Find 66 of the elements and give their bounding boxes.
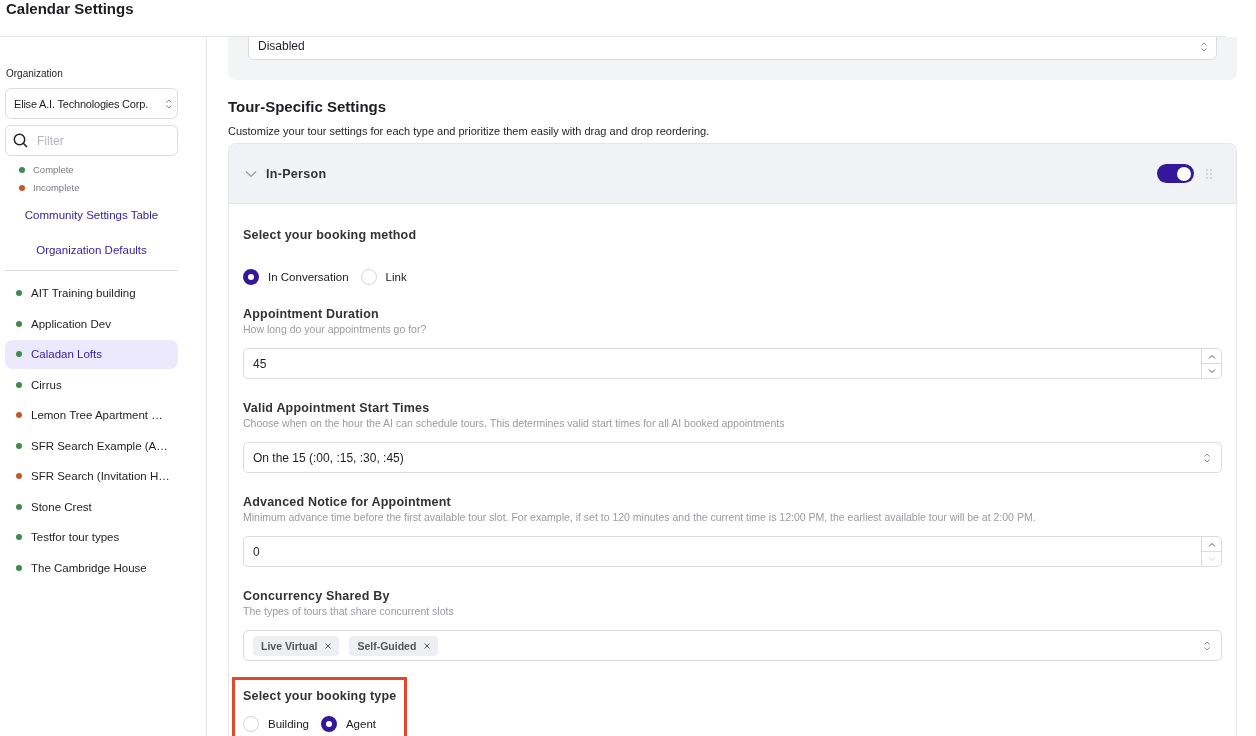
community-item[interactable]: SFR Search (Invitation H…: [5, 462, 178, 491]
toggle-switch[interactable]: [1157, 164, 1194, 183]
community-item[interactable]: Cirrus: [5, 370, 178, 399]
chevron-up-icon: [1207, 353, 1216, 359]
field-hint: Choose when on the hour the AI can schedule tours. This determines valid start times for all AI booked appointments: [243, 417, 786, 429]
community-name: Stone Crest: [31, 500, 92, 513]
legend-label: Complete: [33, 164, 74, 175]
community-item[interactable]: The Cambridge House: [5, 553, 178, 582]
community-item[interactable]: Lemon Tree Apartment …: [5, 401, 178, 430]
community-name: The Cambridge House: [31, 561, 147, 574]
field-hint: How long do your appointments go for?: [243, 323, 428, 335]
chevron-up-icon: [1207, 541, 1216, 547]
tour-type-name: In-Person: [266, 166, 328, 181]
drag-handle-icon: [1205, 167, 1213, 180]
search-icon: [13, 133, 28, 148]
chevron-down-icon: [1207, 556, 1216, 562]
nav-link[interactable]: Organization Defaults: [36, 244, 147, 256]
field-label: Select your booking method: [243, 228, 417, 242]
community-name: Application Dev: [31, 317, 111, 330]
number-field[interactable]: 0: [243, 536, 1222, 567]
number-field[interactable]: 45: [243, 348, 1222, 379]
accordion-header[interactable]: In-Person: [229, 144, 1236, 204]
organization-select[interactable]: Elise A.I. Technologies Corp.: [5, 88, 178, 119]
community-name: Lemon Tree Apartment …: [31, 409, 163, 422]
community-item[interactable]: Caladan Lofts: [5, 340, 178, 369]
radio-option[interactable]: Agent: [320, 716, 376, 732]
field-label: Advanced Notice for Appointment: [243, 495, 451, 509]
chevron-up-down-icon: [1200, 41, 1208, 53]
section-description: Customize your tour settings for each type and prioritize them easily with drag and drop reordering.: [228, 125, 711, 137]
multi-select-field[interactable]: Live Virtual Self-Guided: [243, 630, 1222, 661]
select-field[interactable]: On the 15 (:00, :15, :30, :45): [243, 442, 1222, 473]
filter-field[interactable]: Filter: [5, 125, 178, 156]
select-field[interactable]: Disabled: [248, 37, 1217, 60]
radio-option[interactable]: In Conversation: [243, 269, 349, 285]
legend-label: Incomplete: [33, 182, 80, 193]
field-label: Organization: [6, 68, 63, 79]
community-name: Caladan Lofts: [31, 348, 102, 361]
close-icon: [325, 642, 332, 649]
field-label: Concurrency Shared By: [243, 589, 390, 603]
community-item[interactable]: Stone Crest: [5, 492, 178, 521]
community-name: SFR Search Example (A…: [31, 439, 168, 452]
field-label: Appointment Duration: [243, 307, 379, 321]
community-item[interactable]: Application Dev: [5, 309, 178, 338]
field-label: Select your booking type: [243, 689, 397, 703]
chevron-up-down-icon: [1203, 451, 1211, 464]
chevron-up-down-icon: [1203, 639, 1211, 652]
chevron-up-down-icon: [165, 97, 173, 110]
field-label: Valid Appointment Start Times: [243, 401, 430, 415]
page-title: Calendar Settings: [6, 0, 134, 17]
community-item[interactable]: Testfor tour types: [5, 523, 178, 552]
radio-option[interactable]: Link: [360, 269, 407, 285]
tag-chip[interactable]: Live Virtual: [253, 635, 340, 656]
community-name: AIT Training building: [31, 287, 136, 300]
section-title: Tour-Specific Settings: [228, 98, 388, 115]
radio-option[interactable]: Building: [243, 716, 309, 732]
community-name: Testfor tour types: [31, 531, 120, 544]
community-item[interactable]: SFR Search Example (A…: [5, 431, 178, 460]
community-name: SFR Search (Invitation H…: [31, 470, 170, 483]
community-item[interactable]: AIT Training building: [5, 279, 178, 308]
community-name: Cirrus: [31, 378, 62, 391]
chevron-down-icon: [1207, 368, 1216, 374]
close-icon: [424, 642, 431, 649]
field-hint: The types of tours that share concurrent slots: [243, 605, 455, 617]
tag-chip[interactable]: Self-Guided: [349, 635, 439, 656]
field-hint: Minimum advance time before the first available tour slot. For example, if set to 120 minutes and the current time is 12:00 PM, the earliest available tour will be at 2:00 PM.: [243, 511, 1037, 523]
nav-link[interactable]: Community Settings Table: [24, 209, 159, 221]
